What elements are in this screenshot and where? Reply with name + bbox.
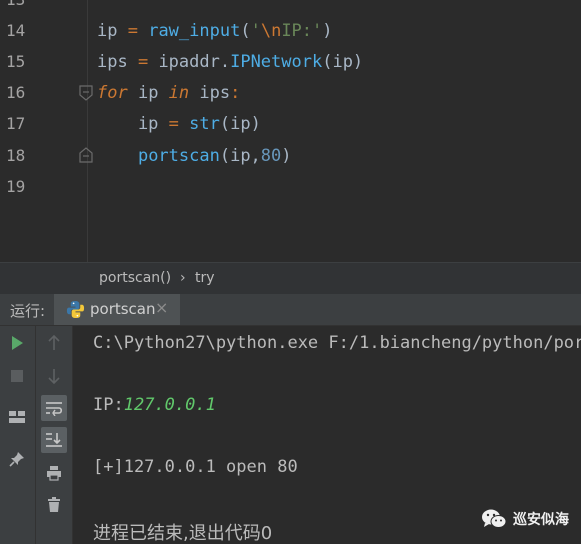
soft-wrap-icon: [46, 402, 63, 416]
pin-icon: [9, 452, 24, 467]
code-token: 80: [260, 146, 282, 166]
console-command-line: C:\Python27\python.exe F:/1.biancheng/py…: [93, 333, 581, 353]
rerun-button[interactable]: [4, 330, 30, 356]
code-token: =: [137, 52, 159, 72]
breadcrumb: portscan() › try: [0, 262, 581, 296]
print-button[interactable]: [41, 460, 67, 486]
fold-open-icon[interactable]: [77, 84, 95, 102]
code-token: ipaddr.: [158, 52, 231, 72]
run-panel-label: 运行:: [10, 302, 46, 320]
code-token: (: [240, 21, 251, 41]
code-token: IPNetwork: [230, 52, 323, 72]
scroll-to-end-button[interactable]: [41, 427, 67, 453]
stop-icon: [11, 370, 23, 382]
trash-icon: [48, 497, 60, 512]
next-occurrence-button[interactable]: [41, 363, 67, 389]
line-number: 14: [6, 21, 26, 40]
scroll-to-end-icon: [46, 433, 62, 447]
console-prompt-line: IP:127.0.0.1: [93, 395, 216, 415]
code-token: ip: [97, 114, 169, 134]
code-token: in: [168, 83, 200, 103]
pin-tab-button[interactable]: [4, 446, 30, 472]
code-token: ): [322, 21, 333, 41]
soft-wrap-button[interactable]: [41, 395, 67, 421]
code-token: ip: [137, 83, 169, 103]
arrow-up-icon: [48, 335, 60, 350]
line-number-gutter: 13 14 15 16 17 18 19: [0, 0, 88, 262]
line-number: 18: [6, 146, 26, 165]
line-number: 19: [6, 177, 26, 196]
code-token: (ip,: [219, 146, 261, 166]
watermark-text: 巡安似海: [513, 512, 569, 528]
line-number: 13: [6, 0, 36, 10]
code-token: ips: [97, 52, 138, 72]
code-token: raw_input: [148, 21, 241, 41]
clear-all-button[interactable]: [41, 492, 67, 518]
code-line[interactable]: for ip in ips:: [97, 83, 240, 103]
run-toolbar-secondary: [36, 326, 73, 544]
code-token: ips: [199, 83, 231, 103]
wechat-watermark: 巡安似海: [481, 506, 569, 532]
code-line[interactable]: ip = raw_input('\nIP:'): [97, 21, 333, 41]
run-panel-header: 运行: portscan ×: [0, 294, 581, 326]
code-token: for: [97, 83, 138, 103]
python-icon: [66, 300, 85, 319]
breadcrumb-item-try[interactable]: try: [195, 270, 215, 286]
console-exit-line: 进程已结束,退出代码0: [93, 523, 273, 544]
stop-button[interactable]: [4, 363, 30, 389]
code-token: (ip): [219, 114, 261, 134]
line-number: 17: [6, 114, 26, 133]
code-token: ip: [97, 21, 128, 41]
breadcrumb-item-function[interactable]: portscan(): [99, 270, 171, 286]
code-token: (ip): [322, 52, 364, 72]
console-prompt: IP:: [93, 395, 124, 415]
console-result-line: [+]127.0.0.1 open 80: [93, 457, 298, 477]
fold-end-icon[interactable]: [77, 146, 95, 164]
line-number: 16: [6, 83, 26, 102]
printer-icon: [47, 466, 61, 481]
code-token: ': [250, 21, 261, 41]
code-token: IP:': [281, 21, 323, 41]
code-token: =: [168, 114, 190, 134]
previous-occurrence-button[interactable]: [41, 330, 67, 356]
run-tab-label: portscan: [90, 300, 156, 318]
code-token: :: [230, 83, 241, 103]
code-line[interactable]: portscan(ip,80): [97, 146, 292, 166]
code-token: =: [127, 21, 149, 41]
close-icon[interactable]: ×: [155, 298, 168, 317]
line-number: 15: [6, 52, 26, 71]
wechat-icon: [482, 509, 507, 528]
code-line[interactable]: ips = ipaddr.IPNetwork(ip): [97, 52, 363, 72]
code-token: \n: [260, 21, 282, 41]
code-editor[interactable]: 13 14 15 16 17 18 19 ip = raw_input('\nI…: [0, 0, 581, 262]
code-token: portscan: [137, 146, 220, 166]
code-line[interactable]: ip = str(ip): [97, 114, 261, 134]
breadcrumb-separator: ›: [180, 270, 186, 286]
run-toolbar-primary: [0, 326, 36, 544]
run-tab-portscan[interactable]: portscan ×: [54, 294, 180, 325]
layout-icon: [9, 411, 25, 423]
arrow-down-icon: [48, 369, 60, 384]
code-token: str: [189, 114, 220, 134]
restore-layout-button[interactable]: [4, 404, 30, 430]
play-icon: [12, 336, 23, 350]
code-token: ): [281, 146, 292, 166]
console-user-input: 127.0.0.1: [123, 395, 216, 415]
